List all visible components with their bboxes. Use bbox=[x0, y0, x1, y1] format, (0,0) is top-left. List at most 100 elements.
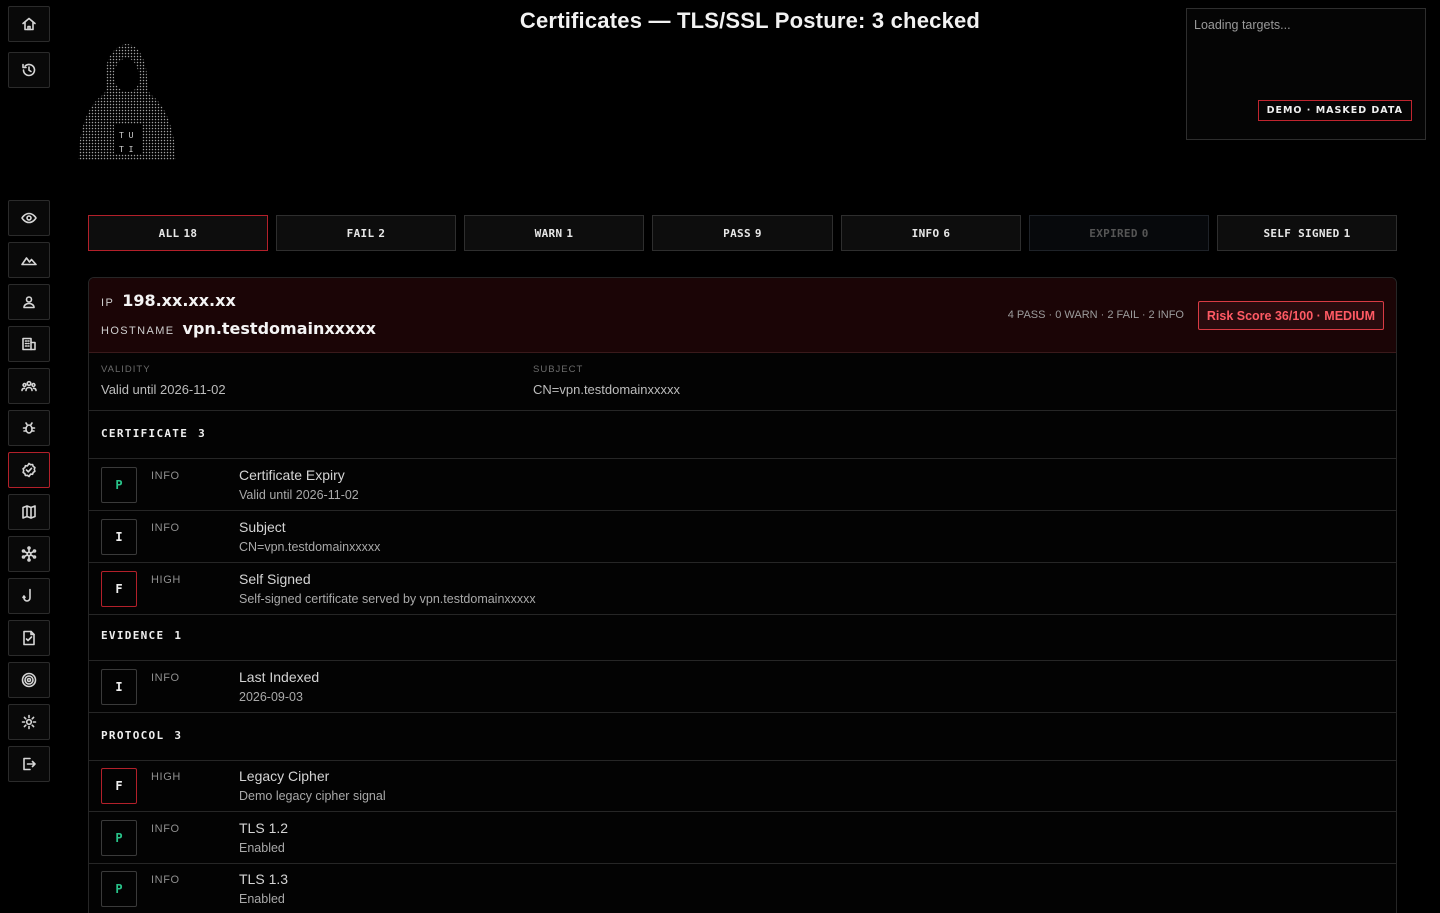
history-icon bbox=[22, 63, 36, 77]
host-header: IP 198.xx.xx.xx HOSTNAME vpn.testdomainx… bbox=[89, 278, 1396, 353]
section-count: 1 bbox=[174, 629, 183, 642]
hostname-row: HOSTNAME vpn.testdomainxxxxx bbox=[101, 319, 376, 338]
validity-value: Valid until 2026-11-02 bbox=[101, 382, 226, 397]
logout-icon bbox=[23, 757, 36, 771]
status-badge: P bbox=[101, 871, 137, 907]
sidebar-item-document[interactable] bbox=[8, 620, 50, 656]
terrain-icon bbox=[21, 257, 37, 266]
certificate-icon bbox=[22, 462, 36, 478]
filter-count: 0 bbox=[1141, 226, 1149, 240]
filter-all[interactable]: ALL 18 bbox=[88, 215, 268, 251]
filter-count: 9 bbox=[754, 226, 762, 240]
status-badge: F bbox=[101, 571, 137, 607]
filter-count: 6 bbox=[943, 226, 951, 240]
status-badge: F bbox=[101, 768, 137, 804]
section-label: CERTIFICATE bbox=[101, 427, 189, 440]
check-row[interactable]: I INFO Last Indexed 2026-09-03 bbox=[89, 661, 1396, 713]
sidebar-item-logout[interactable] bbox=[8, 746, 50, 782]
status-badge: I bbox=[101, 669, 137, 705]
sidebar-item-terrain[interactable] bbox=[8, 242, 50, 278]
group-icon bbox=[21, 380, 37, 392]
check-row[interactable]: F HIGH Self Signed Self-signed certifica… bbox=[89, 563, 1396, 615]
filter-fail[interactable]: FAIL 2 bbox=[276, 215, 456, 251]
check-row[interactable]: P INFO TLS 1.3 Enabled bbox=[89, 863, 1396, 913]
subject-value: CN=vpn.testdomainxxxxx bbox=[533, 382, 681, 397]
subject-block: SUBJECT CN=vpn.testdomainxxxxx bbox=[533, 364, 680, 397]
filter-label: PASS bbox=[723, 226, 751, 240]
filter-expired[interactable]: EXPIRED 0 bbox=[1029, 215, 1209, 251]
sidebar-item-certificates[interactable] bbox=[8, 452, 50, 488]
filter-label: WARN bbox=[534, 226, 563, 240]
check-detail: CN=vpn.testdomainxxxxx bbox=[239, 540, 381, 554]
sidebar-item-target[interactable] bbox=[8, 662, 50, 698]
targets-panel: Loading targets... DEMO · MASKED DATA bbox=[1186, 8, 1426, 140]
sidebar-item-building[interactable] bbox=[8, 326, 50, 362]
validity-block: VALIDITY Valid until 2026-11-02 bbox=[101, 364, 226, 397]
ip-label: IP bbox=[101, 297, 115, 309]
section-certificate[interactable]: CERTIFICATE 3 bbox=[89, 411, 1396, 459]
sidebar-item-bug[interactable] bbox=[8, 410, 50, 446]
building-icon bbox=[22, 337, 36, 351]
filter-count: 1 bbox=[1343, 226, 1351, 240]
check-row[interactable]: I INFO Subject CN=vpn.testdomainxxxxx bbox=[89, 511, 1396, 563]
map-icon bbox=[22, 505, 36, 519]
severity-label: HIGH bbox=[151, 574, 181, 586]
bug-icon bbox=[22, 422, 36, 434]
brand-logo: T U T I bbox=[76, 40, 180, 164]
status-badge: P bbox=[101, 467, 137, 503]
filter-info[interactable]: INFO 6 bbox=[841, 215, 1021, 251]
check-title: Subject bbox=[239, 519, 286, 535]
sidebar-item-eye[interactable] bbox=[8, 200, 50, 236]
filter-self-signed[interactable]: SELF SIGNED 1 bbox=[1217, 215, 1397, 251]
risk-score-badge: Risk Score 36/100 · MEDIUM bbox=[1197, 301, 1384, 330]
check-title: TLS 1.2 bbox=[239, 820, 289, 836]
check-title: TLS 1.3 bbox=[239, 871, 289, 887]
status-badge: I bbox=[101, 519, 137, 555]
sidebar-item-home[interactable] bbox=[8, 6, 50, 42]
document-icon bbox=[23, 630, 35, 646]
host-summary: VALIDITY Valid until 2026-11-02 SUBJECT … bbox=[89, 353, 1396, 411]
section-protocol[interactable]: PROTOCOL 3 bbox=[89, 713, 1396, 761]
hostname-value: vpn.testdomainxxxxx bbox=[182, 319, 376, 338]
logo-text-top: T U bbox=[119, 131, 134, 140]
ip-value: 198.xx.xx.xx bbox=[122, 291, 236, 310]
check-detail: Valid until 2026-11-02 bbox=[239, 488, 359, 502]
check-detail: 2026-09-03 bbox=[239, 690, 303, 704]
filter-warn[interactable]: WARN 1 bbox=[464, 215, 644, 251]
check-detail: Enabled bbox=[239, 841, 285, 855]
check-detail: Self-signed certificate served by vpn.te… bbox=[239, 592, 536, 606]
check-title: Self Signed bbox=[239, 571, 311, 587]
sidebar-item-group[interactable] bbox=[8, 368, 50, 404]
settings-icon bbox=[21, 714, 37, 730]
hook-icon bbox=[22, 588, 31, 602]
result-counts: 4 PASS · 0 WARN · 2 FAIL · 2 INFO bbox=[1007, 309, 1184, 321]
section-evidence[interactable]: EVIDENCE 1 bbox=[89, 613, 1396, 661]
check-title: Last Indexed bbox=[239, 669, 320, 685]
check-row[interactable]: P INFO TLS 1.2 Enabled bbox=[89, 812, 1396, 864]
home-icon bbox=[22, 17, 36, 31]
host-panel: IP 198.xx.xx.xx HOSTNAME vpn.testdomainx… bbox=[88, 277, 1397, 913]
sidebar-item-settings[interactable] bbox=[8, 704, 50, 740]
check-row[interactable]: F HIGH Legacy Cipher Demo legacy cipher … bbox=[89, 760, 1396, 812]
severity-label: HIGH bbox=[151, 771, 181, 783]
section-count: 3 bbox=[198, 427, 207, 440]
severity-label: INFO bbox=[151, 874, 180, 886]
sidebar-item-network[interactable] bbox=[8, 536, 50, 572]
sidebar-item-map[interactable] bbox=[8, 494, 50, 530]
severity-label: INFO bbox=[151, 522, 180, 534]
sidebar-item-user[interactable] bbox=[8, 284, 50, 320]
status-badge: P bbox=[101, 820, 137, 856]
subject-label: SUBJECT bbox=[533, 364, 584, 375]
validity-label: VALIDITY bbox=[101, 364, 151, 375]
filter-pass[interactable]: PASS 9 bbox=[652, 215, 833, 251]
filter-label: ALL bbox=[158, 226, 180, 240]
check-row[interactable]: P INFO Certificate Expiry Valid until 20… bbox=[89, 459, 1396, 511]
section-label: PROTOCOL bbox=[101, 729, 165, 742]
severity-label: INFO bbox=[151, 470, 180, 482]
sidebar-item-hook[interactable] bbox=[8, 578, 50, 614]
severity-label: INFO bbox=[151, 823, 180, 835]
ip-row: IP 198.xx.xx.xx bbox=[101, 291, 236, 310]
sidebar-item-history[interactable] bbox=[8, 52, 50, 88]
check-title: Certificate Expiry bbox=[239, 467, 345, 483]
demo-badge: DEMO · MASKED DATA bbox=[1257, 100, 1412, 121]
